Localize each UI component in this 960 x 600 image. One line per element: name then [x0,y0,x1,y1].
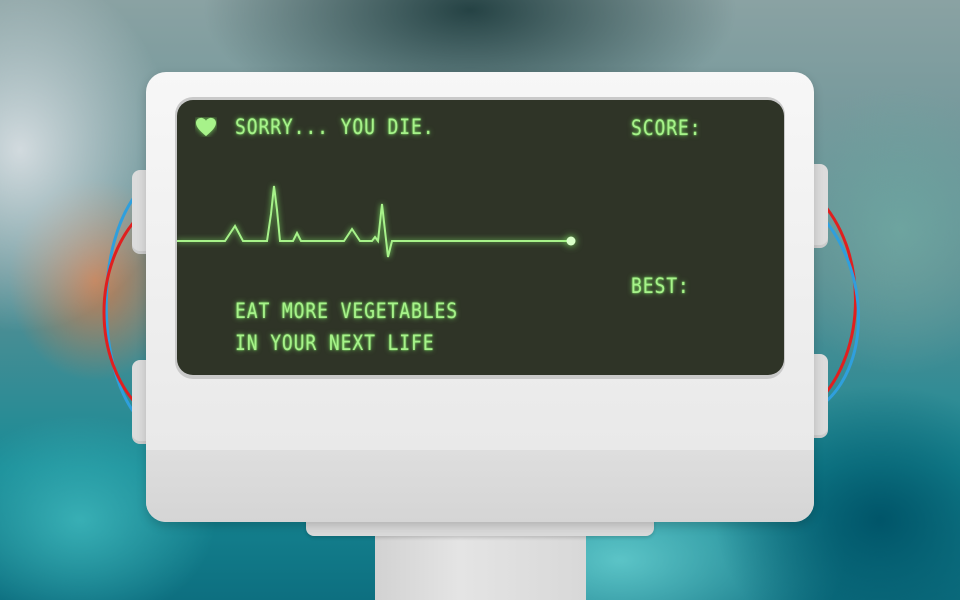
ecg-waveform [177,185,576,258]
game-screen[interactable]: SORRY... YOU DIE. SCORE: BEST: EAT MORE … [177,100,784,375]
monitor-stand-pole [375,525,586,600]
monitor-base-panel [146,450,814,522]
ecg-cursor-dot [566,236,576,246]
heart-rate-monitor: SORRY... YOU DIE. SCORE: BEST: EAT MORE … [146,72,814,522]
